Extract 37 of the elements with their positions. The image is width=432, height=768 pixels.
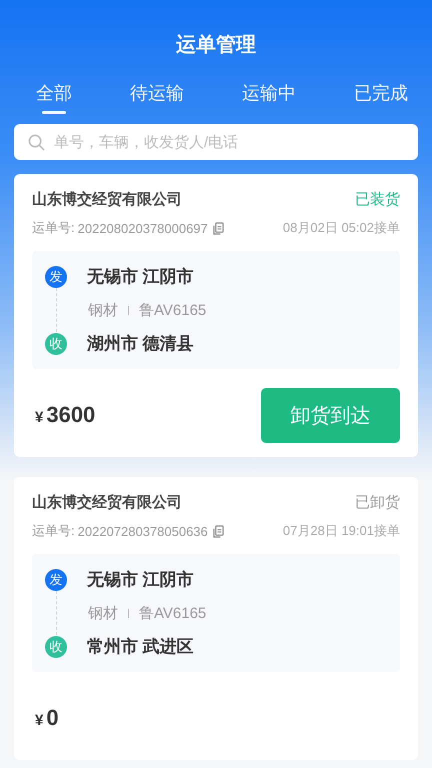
page-title: 运单管理 <box>175 33 257 58</box>
unload-arrive-button[interactable]: 卸货到达 <box>261 388 400 442</box>
order-status: 已装货 <box>355 190 400 209</box>
waybill-label: 运单号: <box>32 219 75 237</box>
origin-city: 无锡市 江阴市 <box>87 569 194 591</box>
cargo-type: 钢材 <box>88 300 118 320</box>
cargo-type: 钢材 <box>88 604 118 622</box>
destination-city: 常州市 武进区 <box>87 636 194 658</box>
company-name: 山东博交经贸有限公司 <box>32 493 182 512</box>
tab[interactable]: 运输中 <box>242 80 296 114</box>
order-time: 08月02日 05:02接单 <box>282 219 400 237</box>
origin-badge: 发 <box>45 266 67 288</box>
destination-city: 湖州市 德清县 <box>87 333 194 355</box>
search-field[interactable]: 单号，车辆，收发货人/电话 <box>14 124 418 160</box>
order-time: 07月28日 19:01接单 <box>282 522 400 540</box>
copy-icon[interactable] <box>212 222 224 234</box>
order-card[interactable]: 山东博交经贸有限公司 已卸货 运单号: 202207280378050636 07月28日 19:01接单 发 无锡市 江阴市 钢材 鲁AV6165 收 常州市 武进区 ¥0 <box>14 477 418 760</box>
destination-badge: 收 <box>45 636 67 658</box>
currency-sign: ¥ <box>35 409 44 426</box>
waybill-label: 运单号: <box>32 522 75 540</box>
order-status: 已卸货 <box>355 493 400 512</box>
company-name: 山东博交经贸有限公司 <box>32 190 182 209</box>
freight-amount: 3600 <box>46 402 96 428</box>
currency-sign: ¥ <box>35 712 44 729</box>
destination-badge: 收 <box>45 332 67 354</box>
origin-badge: 发 <box>45 568 67 590</box>
freight-amount: 0 <box>46 705 59 731</box>
waybill-number: 202207280378050636 <box>78 524 208 538</box>
tab[interactable]: 已完成 <box>354 80 408 114</box>
copy-icon[interactable] <box>212 524 224 538</box>
waybill-number: 202208020378000697 <box>78 220 208 236</box>
tab[interactable]: 全部 <box>36 80 72 114</box>
plate-number: 鲁AV6165 <box>139 604 206 622</box>
origin-city: 无锡市 江阴市 <box>87 266 194 288</box>
plate-number: 鲁AV6165 <box>139 300 206 320</box>
order-card[interactable]: 山东博交经贸有限公司 已装货 运单号: 202208020378000697 08月02日 05:02接单 发 无锡市 江阴市 钢材 鲁AV6165 收 湖州市 德清县 ¥3600 卸货到达 <box>14 174 418 457</box>
tab[interactable]: 待运输 <box>130 80 184 114</box>
